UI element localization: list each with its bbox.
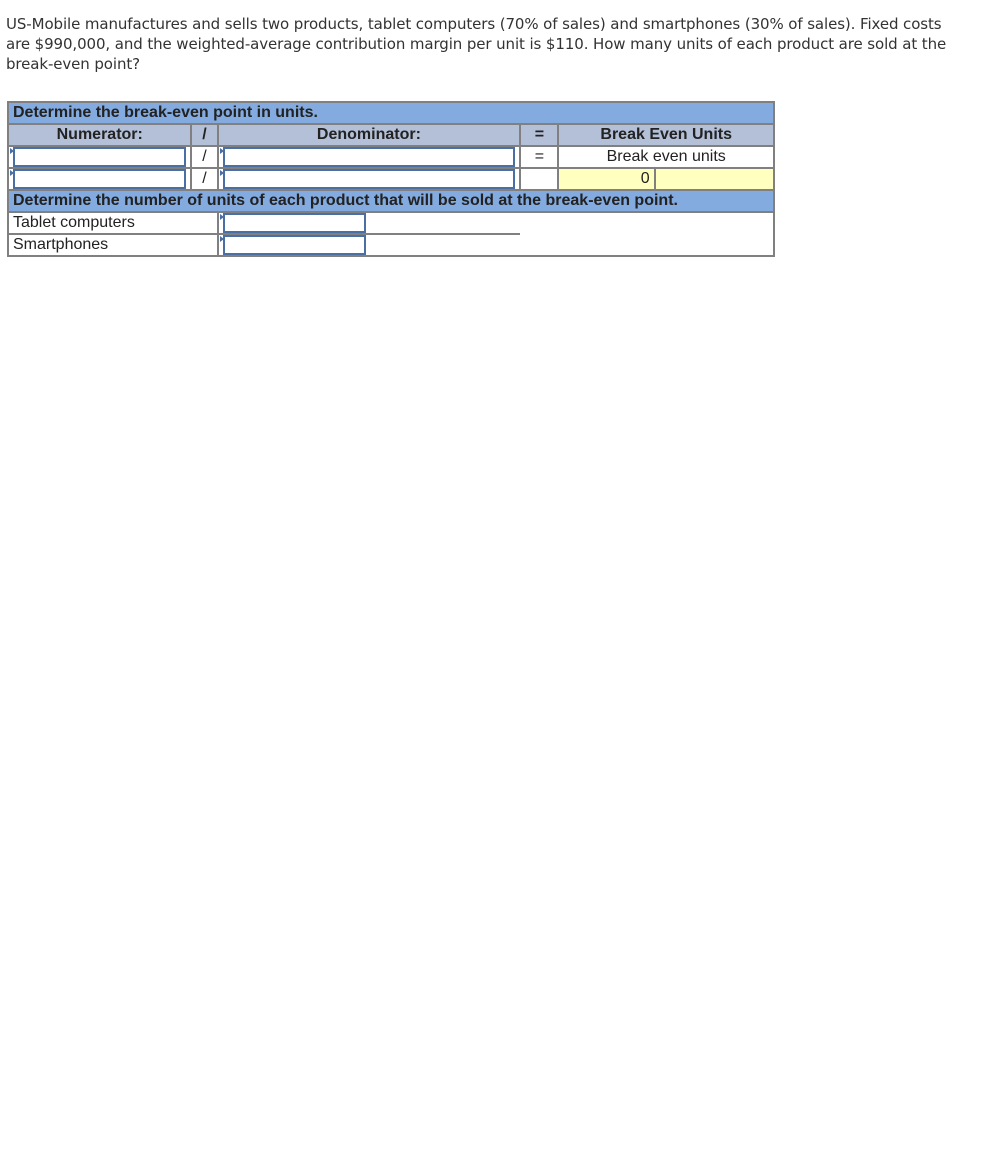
- input-marker-icon: [10, 148, 14, 154]
- divide-header: /: [190, 123, 219, 147]
- result-label: Break even units: [557, 145, 775, 169]
- formula-row-2: / 0: [6, 167, 776, 191]
- product-row-tablet: Tablet computers: [7, 211, 775, 257]
- equals-sign: =: [519, 145, 560, 169]
- smartphones-units-cell: [216, 233, 521, 257]
- formula-row-1: / = Break even units: [6, 145, 775, 169]
- question-text: US-Mobile manufactures and sells two pro…: [6, 15, 947, 73]
- input-marker-icon: [10, 170, 14, 176]
- tablet-units-cell: [216, 211, 521, 235]
- section-title: Determine the break-even point in units.: [7, 101, 775, 125]
- section-header-break-even: Determine the break-even point in units.: [7, 101, 775, 125]
- smartphones-units-input[interactable]: [222, 235, 366, 255]
- input-marker-icon: [219, 170, 224, 176]
- equals-blank: [519, 167, 560, 191]
- denominator-input-1[interactable]: [222, 147, 516, 167]
- denominator-cell: [216, 145, 522, 169]
- numerator-header: Numerator:: [6, 123, 193, 147]
- input-marker-icon: [219, 214, 224, 220]
- denominator-header: Denominator:: [216, 123, 522, 147]
- tablet-units-input[interactable]: [222, 213, 366, 233]
- product-label-tablet: Tablet computers: [7, 211, 219, 235]
- column-header-row: Numerator: / Denominator: = Break Even U…: [6, 123, 775, 147]
- section-title: Determine the number of units of each pr…: [7, 189, 775, 213]
- denominator-input-2[interactable]: [222, 169, 516, 189]
- blank-area: [520, 211, 775, 257]
- numerator-cell: [6, 145, 193, 169]
- equals-header: =: [519, 123, 560, 147]
- numerator-cell: [6, 167, 193, 191]
- divide-sign: /: [190, 145, 219, 169]
- numerator-input-1[interactable]: [13, 147, 187, 167]
- divide-sign: /: [190, 167, 219, 191]
- input-marker-icon: [219, 236, 224, 242]
- break-even-units-extra: [653, 167, 776, 191]
- break-even-units-value: 0: [557, 167, 656, 191]
- result-header: Break Even Units: [557, 123, 775, 147]
- numerator-input-2[interactable]: [13, 169, 187, 189]
- product-label-smartphones: Smartphones: [7, 233, 219, 257]
- section-header-units-each: Determine the number of units of each pr…: [7, 189, 775, 213]
- input-marker-icon: [219, 148, 224, 154]
- denominator-cell: [216, 167, 522, 191]
- worksheet-table: Determine the break-even point in units.…: [6, 101, 776, 257]
